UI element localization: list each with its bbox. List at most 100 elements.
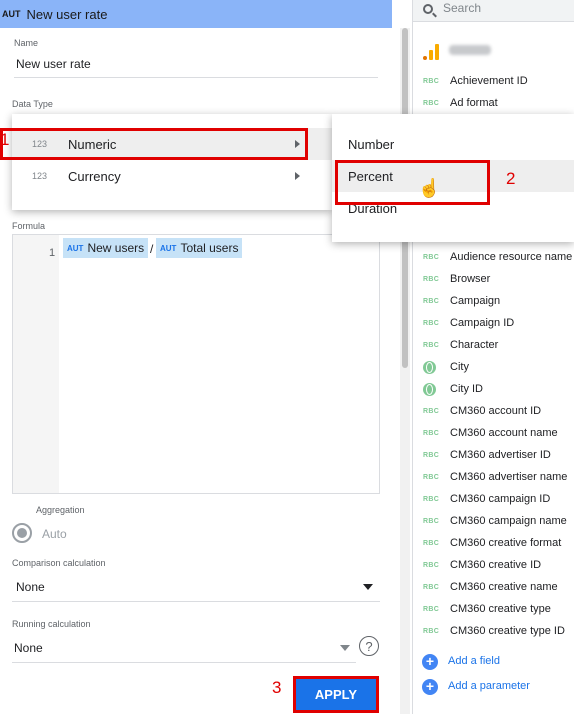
text-type-icon: RBC [423,605,440,613]
chip-text: Total users [180,241,239,255]
text-type-icon: RBC [423,517,440,525]
text-type-icon: RBC [423,539,440,547]
step-marker-1: 1 [0,130,10,149]
aggregation-radio[interactable] [12,523,32,543]
editor-title-bar: AUT New user rate [0,0,392,28]
field-item[interactable]: RBC CM360 account name [413,422,574,444]
text-type-icon: RBC [423,319,440,327]
plus-icon: + [422,679,438,695]
data-source [413,36,574,64]
comparison-underline [12,601,380,602]
annotation-box-numeric [0,128,308,160]
comparison-select[interactable]: None [16,580,45,594]
formula-chip-total-users[interactable]: AUT Total users [156,238,243,258]
field-name: CM360 advertiser ID [450,449,551,461]
field-item[interactable]: City ID [413,378,574,400]
field-name: CM360 account ID [450,405,542,417]
running-select[interactable]: None [14,641,43,655]
field-name: Character [450,339,499,351]
field-item[interactable]: RBC CM360 creative type [413,598,574,620]
field-name: CM360 account name [450,427,558,439]
field-name: Campaign ID [450,317,515,329]
numeric-type-icon: 123 [32,171,48,181]
field-item[interactable]: RBC Achievement ID [413,70,574,92]
field-name: CM360 creative type ID [450,625,565,637]
field-name: CM360 creative ID [450,559,542,571]
field-name: CM360 campaign ID [450,493,551,505]
field-name: CM360 creative type [450,603,551,615]
chip-text: New users [87,241,145,255]
field-item[interactable]: RBC CM360 creative name [413,576,574,598]
field-item[interactable]: RBC Browser [413,268,574,290]
text-type-icon: RBC [423,297,440,305]
chip-type: AUT [67,243,84,253]
text-type-icon: RBC [423,583,440,591]
field-item[interactable]: RBC CM360 account ID [413,400,574,422]
text-type-icon: RBC [423,341,440,349]
name-input[interactable]: New user rate [16,57,91,71]
field-item[interactable]: RBC CM360 creative format [413,532,574,554]
aggregation-label: Aggregation [36,505,85,515]
help-icon[interactable]: ? [359,636,379,656]
add-parameter-button[interactable]: + Add a parameter [413,676,574,698]
formula-gutter [13,235,59,493]
formula-editor[interactable]: 1 AUT New users / AUT Total users [12,234,380,494]
field-item[interactable]: RBC CM360 advertiser name [413,466,574,488]
field-item[interactable]: RBC Audience resource name [413,246,574,268]
formula-label: Formula [12,221,46,231]
field-name: Achievement ID [450,75,528,87]
field-item[interactable]: RBC Campaign ID [413,312,574,334]
running-label: Running calculation [12,619,91,629]
field-editor-panel: AUT New user rate Name New user rate Dat… [0,0,412,714]
available-fields-panel: Search RBC Achievement ID RBC Ad format RBC A… [412,0,574,714]
field-item[interactable]: RBC CM360 creative ID [413,554,574,576]
field-item[interactable]: City [413,356,574,378]
field-item[interactable]: RBC Ad format [413,92,574,114]
menu-item-label: Currency [68,168,121,184]
text-type-icon: RBC [423,495,440,503]
add-parameter-label: Add a parameter [448,680,530,692]
running-underline [12,662,356,663]
running-chevron-down-icon[interactable] [340,645,350,651]
field-item[interactable]: RBC CM360 campaign name [413,510,574,532]
submenu-item-number[interactable]: Number [332,128,574,160]
comparison-label: Comparison calculation [12,558,106,568]
apply-button[interactable]: APPLY [293,676,379,713]
hand-cursor-icon: ☝ [418,178,441,198]
geo-globe-icon [423,360,436,374]
search-placeholder: Search [443,1,482,15]
chevron-right-icon [295,172,300,180]
formula-operator: / [150,242,154,256]
data-source-name-blurred [449,45,491,55]
field-item[interactable]: RBC CM360 campaign ID [413,488,574,510]
menu-item-currency[interactable]: 123 Currency [12,160,332,192]
field-name: CM360 campaign name [450,515,567,527]
text-type-icon: RBC [423,451,440,459]
analytics-icon [423,44,441,60]
field-item[interactable]: RBC CM360 creative type ID [413,620,574,642]
field-name: CM360 creative format [450,537,562,549]
field-name: Browser [450,273,491,285]
geo-globe-icon [423,382,436,396]
text-type-icon: RBC [423,99,440,107]
field-name: Campaign [450,295,501,307]
formula-chip-new-users[interactable]: AUT New users [63,238,149,258]
search-icon [423,4,433,14]
field-name: CM360 advertiser name [450,471,568,483]
text-type-icon: RBC [423,77,440,85]
data-type-label: Data Type [12,99,53,109]
comparison-chevron-down-icon[interactable] [363,584,373,590]
formula-line-number: 1 [49,247,56,259]
step-marker-3: 3 [272,678,282,697]
field-search[interactable]: Search [413,0,574,22]
text-type-icon: RBC [423,429,440,437]
field-item[interactable]: RBC Campaign [413,290,574,312]
field-item[interactable]: RBC CM360 advertiser ID [413,444,574,466]
add-field-button[interactable]: + Add a field [413,651,574,673]
text-type-icon: RBC [423,627,440,635]
aggregation-value: Auto [42,527,67,541]
name-underline [14,77,378,78]
field-item[interactable]: RBC Character [413,334,574,356]
annotation-box-percent [335,160,490,205]
field-name: Ad format [450,97,498,109]
